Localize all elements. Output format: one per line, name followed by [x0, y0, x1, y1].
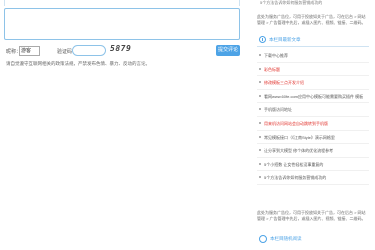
bullet-icon — [259, 162, 261, 165]
sidebar-top-item[interactable]: 5个方法告诉你如何服务营销成功的 — [260, 0, 322, 6]
bullet-icon — [259, 176, 261, 179]
bullet-icon — [259, 94, 261, 97]
bullet-icon — [259, 54, 261, 56]
editor-top-strip — [4, 0, 240, 6]
list-item[interactable]: 5个小招数 让女性轻松没事重复的 — [257, 158, 369, 172]
bullet-icon — [259, 108, 261, 111]
comment-form-row: 昵称： 游客 验证码： 5879 — [6, 44, 242, 57]
list-item[interactable]: 5个方法告诉你如何服务营销成功的 — [257, 171, 369, 185]
list-item[interactable]: 让分享到大模型 修个体的优化流程参考 — [257, 144, 369, 158]
list-item[interactable]: 常见模板接口（《江南Style》演示网格里 — [257, 131, 369, 145]
latest-articles-header: 本栏目最新文章 — [257, 36, 369, 47]
latest-articles-list: 下载中心推荐 彩色标题 修改模板三点开发介绍 看网www.60fe.com应用中… — [257, 49, 369, 185]
list-item[interactable]: 用来机访问网站会自动跳转到手机版 — [257, 117, 369, 131]
bullet-icon — [259, 67, 261, 70]
captcha-input[interactable] — [72, 45, 106, 56]
random-articles-title: 本栏目随机阅读 — [270, 236, 302, 241]
bullet-icon — [259, 121, 261, 124]
section-icon — [259, 36, 266, 43]
refresh-icon — [259, 235, 267, 243]
ad-text-2: 此处为服务广告位，可用于投放如关于广告，可在后台 > 网站管理 > 广告管理中先… — [257, 210, 366, 221]
ad-text: 此处为服务广告位，可用于投放如关于广告，可在后台 > 网站管理 > 广告管理中先… — [257, 14, 366, 25]
section-title: 本栏目最新文章 — [269, 37, 301, 42]
bullet-icon — [259, 149, 261, 152]
submit-comment-button[interactable]: 提交评论 — [216, 45, 240, 56]
comment-hint: 请自觉遵守互联网相关的政策法规，严禁发布色情、暴力、反动的言论。 — [6, 61, 150, 66]
list-item[interactable]: 彩色标题 — [257, 63, 369, 77]
bullet-icon — [259, 135, 261, 138]
list-item[interactable]: 修改模板三点开发介绍 — [257, 76, 369, 90]
bullet-icon — [259, 81, 261, 84]
list-item[interactable]: 看网www.60fe.com应用中心模板可能需要购买插件 模板 — [257, 90, 369, 104]
name-input[interactable]: 游客 — [19, 46, 40, 56]
list-item[interactable]: 手机版访问地址 — [257, 103, 369, 117]
list-item[interactable]: 下载中心推荐 — [257, 49, 369, 63]
comment-textarea[interactable] — [4, 8, 240, 40]
sidebar: 5个方法告诉你如何服务营销成功的 此处为服务广告位，可用于投放如关于广告，可在后… — [254, 0, 375, 250]
captcha-image[interactable]: 5879 — [110, 44, 133, 55]
